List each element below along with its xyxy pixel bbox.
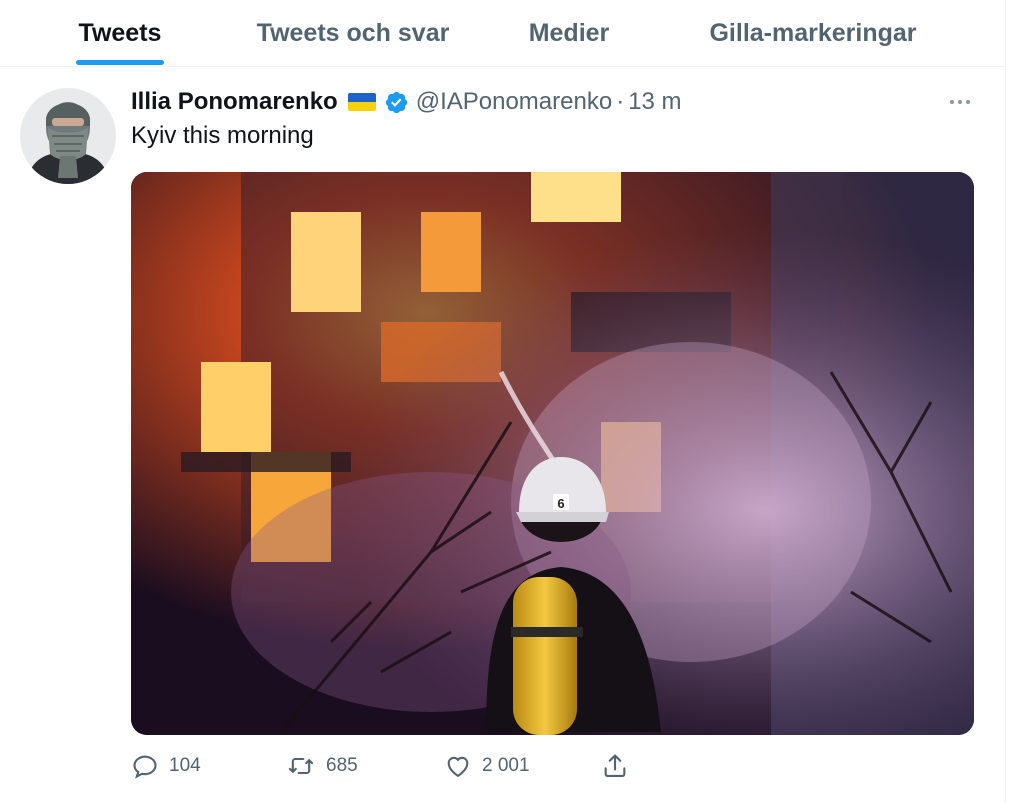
- reply-icon: [133, 755, 157, 779]
- share-icon: [604, 754, 626, 777]
- separator-dot: ·: [616, 88, 625, 115]
- like-count: 2 001: [482, 755, 530, 776]
- tab-tweets-and-replies[interactable]: Tweets och svar: [238, 0, 468, 66]
- author-name[interactable]: Illia Ponomarenko: [131, 88, 338, 116]
- tab-likes[interactable]: Gilla-markeringar: [690, 0, 936, 66]
- tweet-header: Illia Ponomarenko @IAPonomarenko · 13 m: [131, 84, 682, 120]
- like-button[interactable]: 2 001: [444, 748, 530, 784]
- like-icon: [447, 756, 469, 778]
- profile-tabs: Tweets Tweets och svar Medier Gilla-mark…: [0, 0, 1005, 67]
- tab-tweets[interactable]: Tweets: [58, 0, 182, 66]
- tweet-timestamp[interactable]: 13 m: [628, 88, 681, 116]
- retweet-count: 685: [326, 755, 358, 776]
- tweet-text: Kyiv this morning: [131, 122, 314, 149]
- ukraine-flag-icon: [347, 93, 376, 111]
- tab-media[interactable]: Medier: [510, 0, 628, 66]
- timeline-column: Tweets Tweets och svar Medier Gilla-mark…: [0, 0, 1006, 803]
- tweet-media-image[interactable]: 6: [131, 172, 974, 735]
- retweet-button[interactable]: 685: [286, 748, 358, 784]
- share-button[interactable]: [601, 748, 629, 784]
- svg-text:6: 6: [557, 496, 564, 511]
- author-handle[interactable]: @IAPonomarenko: [416, 88, 612, 116]
- verified-badge-icon: [384, 90, 409, 115]
- reply-count: 104: [169, 755, 201, 776]
- tweet-actions: 104 685 2 001: [131, 748, 651, 784]
- more-icon[interactable]: [942, 88, 978, 116]
- avatar[interactable]: [20, 88, 116, 184]
- active-tab-indicator: [76, 60, 164, 65]
- retweet-icon: [288, 757, 314, 775]
- reply-button[interactable]: 104: [131, 748, 201, 784]
